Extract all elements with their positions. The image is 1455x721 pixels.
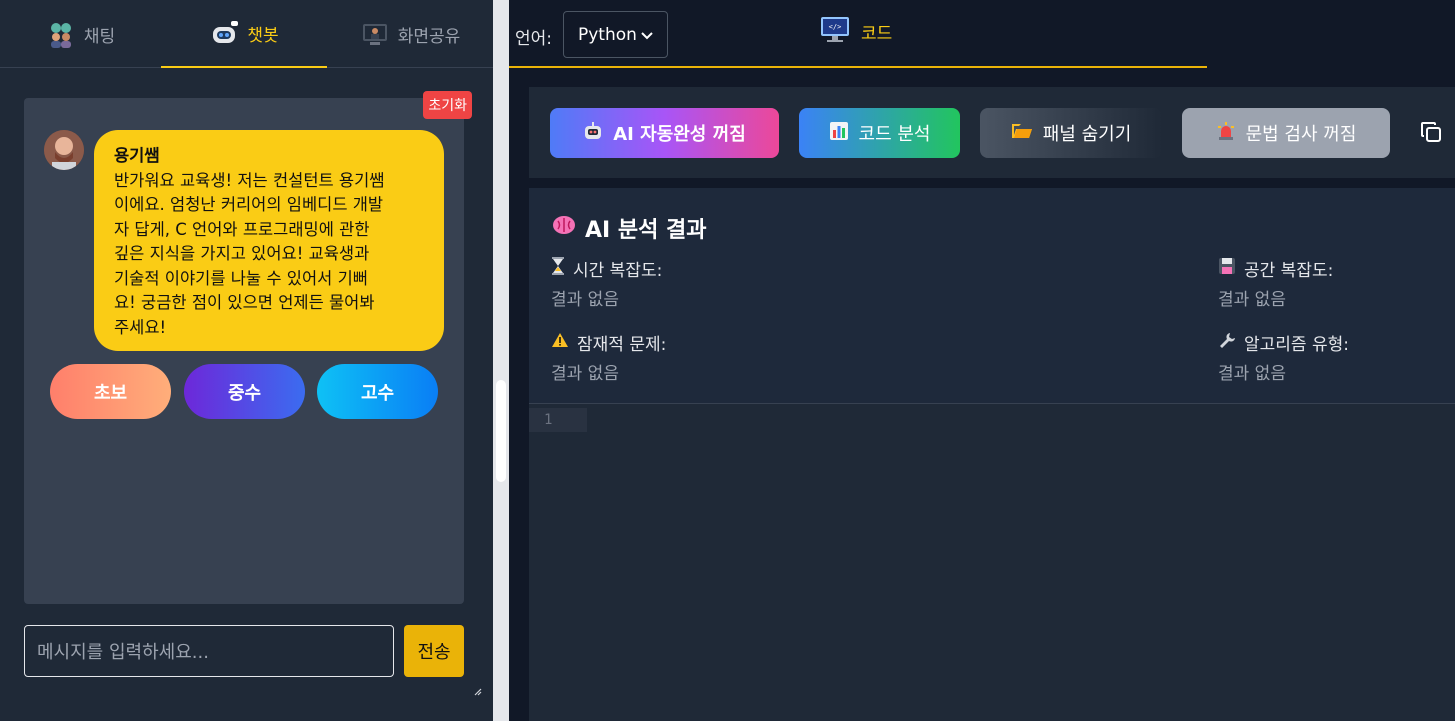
chat-panel: 채팅 챗봇 화면공유 초기화 용기쌤 반가워요 교육생! 저는 컨설턴트 용기쌤… [0, 0, 493, 721]
code-editor[interactable]: 1 [529, 404, 1455, 721]
message-line: 반가워요 교육생! 저는 컨설턴트 용기쌤 [114, 170, 385, 190]
code-monitor-icon: </> [819, 13, 851, 50]
algorithm-type-text: 알고리즘 유형: [1244, 335, 1349, 355]
warning-icon [551, 332, 569, 353]
language-value: Python [578, 24, 637, 45]
people-icon [46, 19, 76, 49]
divider-handle[interactable] [496, 380, 506, 482]
robot-icon [209, 18, 239, 48]
level-intermediate-button[interactable]: 중수 [184, 364, 305, 419]
screen-share-icon [360, 19, 390, 49]
bar-chart-icon [829, 121, 849, 146]
space-complexity-value: 결과 없음 [1218, 290, 1286, 310]
code-topbar: 언어: Python </> 코드 [509, 0, 1207, 68]
tab-bar: 채팅 챗봇 화면공유 [0, 0, 493, 68]
space-complexity-label: 공간 복잡도: [1218, 256, 1333, 281]
level-beginner-button[interactable]: 초보 [50, 364, 171, 419]
message-line: 기술적 이야기를 나눌 수 있어서 기뻐 [114, 268, 368, 288]
panel-divider[interactable] [493, 0, 509, 721]
ai-autocomplete-label: AI 자동완성 꺼짐 [613, 124, 746, 145]
level-expert-button[interactable]: 고수 [317, 364, 438, 419]
send-button[interactable]: 전송 [404, 625, 464, 677]
tab-chat-label: 채팅 [83, 26, 116, 47]
algorithm-type-value: 결과 없음 [1218, 364, 1286, 384]
message-line: 주세요! [114, 317, 167, 337]
chevron-down-icon [641, 25, 653, 45]
tab-code[interactable]: </> 코드 [819, 14, 892, 48]
algorithm-type-label: 알고리즘 유형: [1218, 330, 1349, 355]
chat-messages[interactable]: 초기화 용기쌤 반가워요 교육생! 저는 컨설턴트 용기쌤 이에요. 엄청난 커… [24, 91, 472, 604]
tab-chat[interactable]: 채팅 [0, 0, 161, 68]
ai-autocomplete-toggle[interactable]: AI 자동완성 꺼짐 [550, 108, 779, 158]
language-select[interactable]: Python [563, 11, 668, 58]
tab-chatbot[interactable]: 챗봇 [161, 0, 327, 68]
resize-handle-icon[interactable] [472, 686, 482, 696]
robot-icon [583, 121, 603, 146]
copy-icon[interactable] [1419, 120, 1443, 144]
hide-panel-button[interactable]: 패널 숨기기 [980, 108, 1162, 158]
syntax-check-label: 문법 검사 꺼짐 [1245, 124, 1357, 145]
code-panel: 언어: Python </> 코드 AI 자동완성 꺼짐 코드 분석 패널 숨기… [509, 0, 1455, 721]
tab-chatbot-label: 챗봇 [247, 25, 279, 46]
message-input[interactable]: 메시지를 입력하세요... [24, 625, 394, 677]
language-label: 언어: [515, 29, 553, 49]
ai-analysis-panel: AI 분석 결과 시간 복잡도: 결과 없음 공간 복잡도: 결과 없음 잠재적… [529, 188, 1455, 404]
code-analyze-label: 코드 분석 [858, 124, 931, 145]
siren-icon [1216, 121, 1236, 146]
hide-panel-label: 패널 숨기기 [1042, 124, 1132, 145]
chat-bubble: 용기쌤 반가워요 교육생! 저는 컨설턴트 용기쌤 이에요. 엄청난 커리어의 … [94, 130, 444, 351]
folder-icon [1011, 121, 1033, 146]
syntax-check-toggle[interactable]: 문법 검사 꺼짐 [1182, 108, 1390, 158]
tab-code-label: 코드 [861, 23, 893, 44]
line-number: 1 [529, 408, 587, 432]
message-line: 자 답게, C 언어와 프로그래밍에 관한 [114, 219, 370, 239]
space-complexity-text: 공간 복잡도: [1244, 261, 1334, 281]
potential-issues-text: 잠재적 문제: [577, 335, 667, 355]
brain-icon [551, 213, 577, 243]
avatar [44, 130, 84, 170]
code-analyze-button[interactable]: 코드 분석 [799, 108, 960, 158]
svg-text:</>: </> [829, 23, 842, 31]
time-complexity-text: 시간 복잡도: [573, 261, 663, 281]
wrench-icon [1218, 331, 1236, 354]
tab-screen-share[interactable]: 화면공유 [327, 0, 493, 68]
reset-button[interactable]: 초기화 [423, 91, 472, 119]
potential-issues-label: 잠재적 문제: [551, 330, 666, 355]
floppy-disk-icon [1218, 257, 1236, 280]
hourglass-icon [551, 257, 565, 280]
message-line: 이에요. 엄청난 커리어의 임베디드 개발 [114, 195, 384, 214]
analysis-title: AI 분석 결과 [551, 212, 707, 244]
time-complexity-value: 결과 없음 [551, 290, 619, 310]
time-complexity-label: 시간 복잡도: [551, 256, 662, 281]
message-line: 깊은 지식을 가지고 있어요! 교육생과 [114, 244, 370, 263]
editor-toolbar: AI 자동완성 꺼짐 코드 분석 패널 숨기기 문법 검사 꺼짐 [529, 87, 1455, 178]
analysis-title-text: AI 분석 결과 [585, 218, 707, 243]
sender-name: 용기쌤 [114, 146, 160, 165]
potential-issues-value: 결과 없음 [551, 364, 619, 384]
tab-screen-share-label: 화면공유 [397, 26, 461, 47]
message-line: 요! 궁금한 점이 있으면 언제든 물어봐 [114, 293, 375, 312]
